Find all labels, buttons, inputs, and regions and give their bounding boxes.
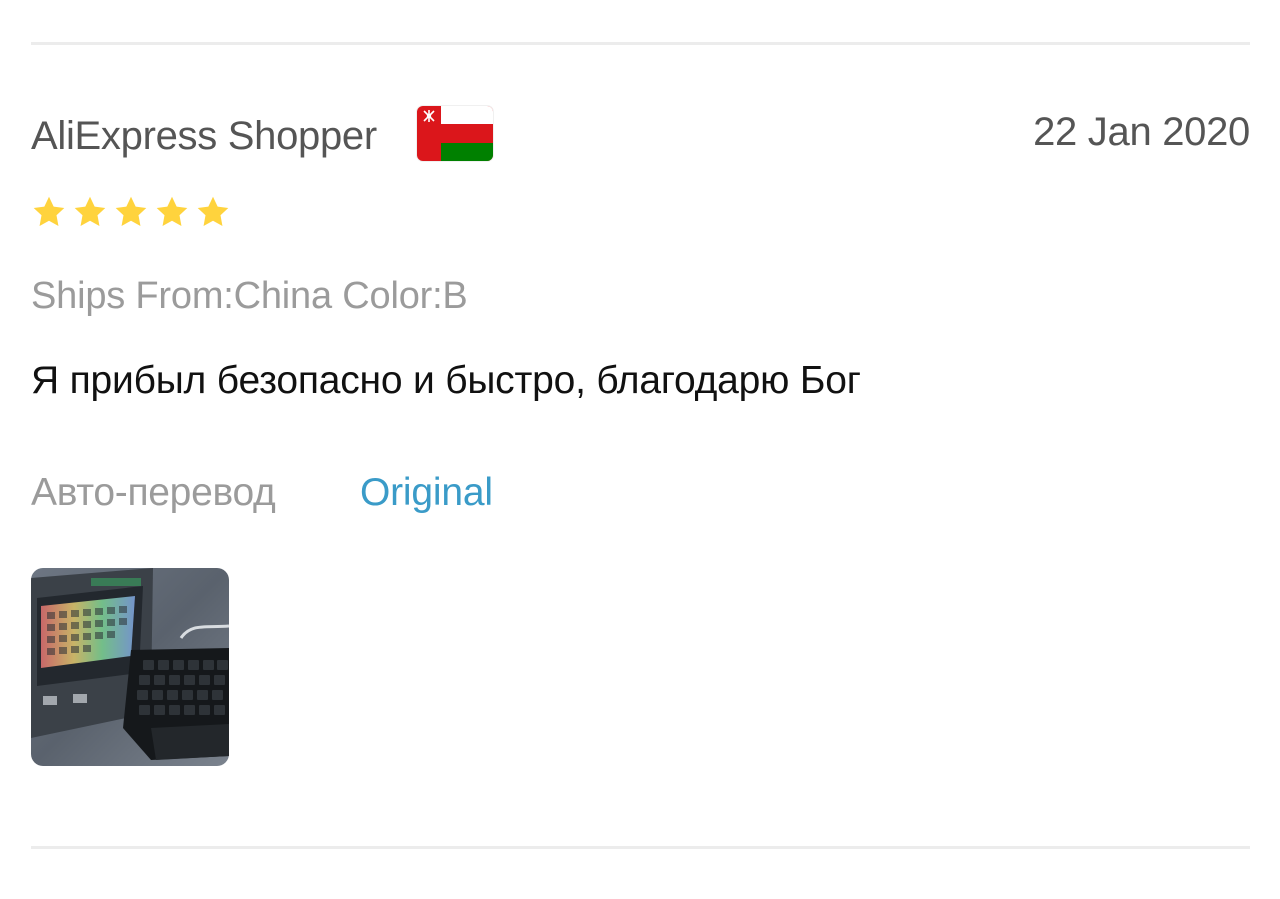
- star-icon: [74, 196, 106, 226]
- review-text: Я прибыл безопасно и быстро, благодарю Б…: [31, 359, 861, 402]
- oman-flag-icon: [417, 106, 493, 161]
- original-link[interactable]: Original: [360, 468, 493, 518]
- review-date: 22 Jan 2020: [1033, 110, 1250, 154]
- star-icon: [115, 196, 147, 226]
- star-icon: [156, 196, 188, 226]
- star-icon: [33, 196, 65, 226]
- review-photos: [31, 568, 229, 766]
- review-card: AliExpress Shopper 22 Jan 2020 Ships Fro…: [31, 0, 1250, 899]
- review-photo-thumbnail[interactable]: [31, 568, 229, 766]
- auto-translate-label: Авто-перевод: [31, 471, 276, 514]
- reviewer-name: AliExpress Shopper: [31, 114, 377, 158]
- sku-info: Ships From:China Color:B: [31, 275, 468, 317]
- star-icon: [197, 196, 229, 226]
- bottom-divider: [31, 846, 1250, 849]
- star-rating: [31, 194, 231, 234]
- review-header: AliExpress Shopper 22 Jan 2020: [31, 104, 1250, 164]
- keyboard-photo-icon: [31, 568, 229, 766]
